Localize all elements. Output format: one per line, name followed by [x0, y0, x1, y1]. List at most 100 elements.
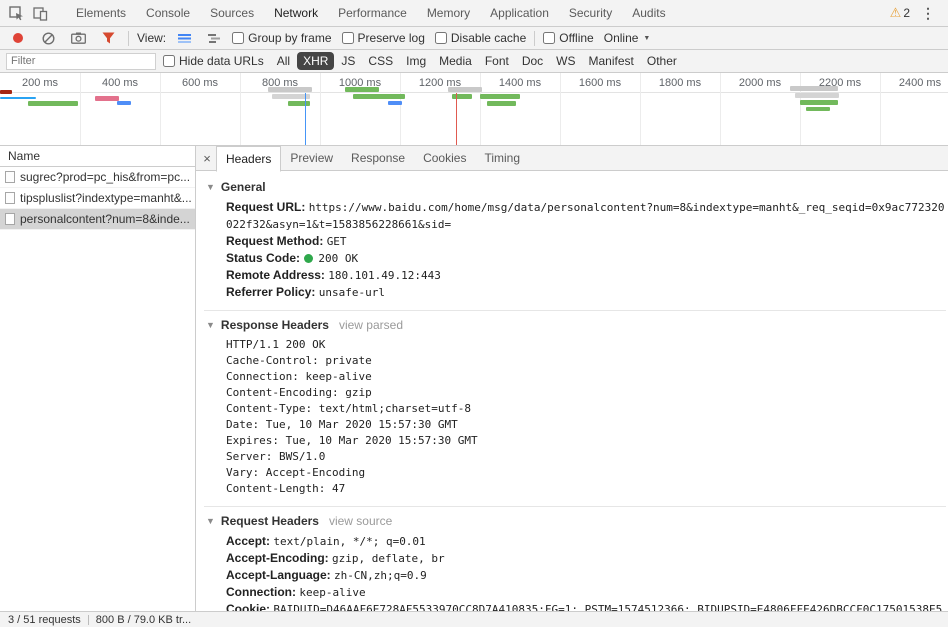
group-by-frame-checkbox-input[interactable] [232, 32, 244, 44]
header-row: Accept-Language: zh-CN,zh;q=0.9 [204, 567, 946, 584]
header-row: Connection: keep-alive [204, 584, 946, 601]
clear-icon [42, 32, 55, 45]
timeline-gridline [640, 73, 641, 145]
clear-network-log-button[interactable] [36, 27, 60, 49]
headers-detail-body: ▼GeneralRequest URL: https://www.baidu.c… [196, 171, 948, 611]
offline-checkbox-input[interactable] [543, 32, 555, 44]
tab-elements[interactable]: Elements [66, 0, 136, 26]
network-main: Name sugrec?prod=pc_his&from=pc...tipspl… [0, 146, 948, 611]
offline-checkbox[interactable]: Offline [543, 31, 593, 45]
header-row: Remote Address: 180.101.49.12:443 [204, 267, 946, 284]
request-row[interactable]: personalcontent?num=8&inde... [0, 209, 195, 230]
detail-tab-timing[interactable]: Timing [475, 146, 529, 170]
disable-cache-checkbox-input[interactable] [435, 32, 447, 44]
file-icon [5, 171, 15, 183]
tab-memory[interactable]: Memory [417, 0, 480, 26]
tab-audits[interactable]: Audits [622, 0, 675, 26]
devtools-tabbar: ElementsConsoleSourcesNetworkPerformance… [0, 0, 948, 27]
detail-tab-response[interactable]: Response [342, 146, 414, 170]
waterfall-bar [806, 107, 830, 111]
tab-network[interactable]: Network [264, 0, 328, 26]
timeline-tick: 2000 ms [720, 73, 800, 92]
header-value: https://www.baidu.com/home/msg/data/pers… [226, 201, 944, 231]
header-value: 180.101.49.12:443 [328, 269, 441, 282]
tab-security[interactable]: Security [559, 0, 622, 26]
detail-tab-preview[interactable]: Preview [281, 146, 342, 170]
view-toggle-link[interactable]: view parsed [339, 318, 403, 332]
overview-icon [208, 33, 221, 44]
disclosure-triangle-icon[interactable]: ▼ [206, 516, 215, 526]
filter-type-doc[interactable]: Doc [516, 52, 549, 70]
tab-performance[interactable]: Performance [328, 0, 417, 26]
disclosure-triangle-icon[interactable]: ▼ [206, 182, 215, 192]
timeline-overview[interactable]: 200 ms400 ms600 ms800 ms1000 ms1200 ms14… [0, 73, 948, 146]
view-toggle-link[interactable]: view source [329, 514, 392, 528]
source-line: Content-Type: text/html;charset=utf-8 [204, 401, 946, 417]
show-overview-button[interactable] [202, 27, 226, 49]
filter-type-all[interactable]: All [271, 52, 296, 70]
section-title: Response Headers [221, 318, 329, 332]
filter-type-js[interactable]: JS [335, 52, 361, 70]
record-network-log-button[interactable] [6, 27, 30, 49]
timeline-gridline [480, 73, 481, 145]
name-column-header[interactable]: Name [0, 146, 195, 167]
header-value: BAIDUID=D46AAF6E728AF5533970CC8D7A410835… [226, 603, 942, 611]
use-small-rows-button[interactable] [172, 27, 196, 49]
filter-type-img[interactable]: Img [400, 52, 432, 70]
request-list-panel: Name sugrec?prod=pc_his&from=pc...tipspl… [0, 146, 196, 611]
source-line: Date: Tue, 10 Mar 2020 15:57:30 GMT [204, 417, 946, 433]
hide-data-urls-checkbox[interactable]: Hide data URLs [163, 54, 264, 68]
page-event-line [456, 93, 457, 145]
section-title: General [221, 180, 266, 194]
capture-screenshots-button[interactable] [66, 27, 90, 49]
timeline-tick: 400 ms [80, 73, 160, 92]
filter-type-xhr[interactable]: XHR [297, 52, 334, 70]
hide-data-urls-input[interactable] [163, 55, 175, 67]
filter-type-other[interactable]: Other [641, 52, 683, 70]
device-toolbar-icon[interactable] [28, 2, 52, 24]
timeline-gridline [800, 73, 801, 145]
waterfall-bar [95, 96, 119, 101]
section-general: ▼GeneralRequest URL: https://www.baidu.c… [204, 173, 946, 310]
filter-type-manifest[interactable]: Manifest [583, 52, 640, 70]
throttling-dropdown[interactable]: Online ▼ [600, 31, 655, 45]
source-line: Content-Encoding: gzip [204, 385, 946, 401]
preserve-log-checkbox[interactable]: Preserve log [342, 31, 425, 45]
devtools-menu-icon[interactable]: ⋮ [918, 5, 938, 22]
filter-type-css[interactable]: CSS [362, 52, 399, 70]
filter-type-ws[interactable]: WS [550, 52, 581, 70]
source-line: Cache-Control: private [204, 353, 946, 369]
request-name: sugrec?prod=pc_his&from=pc... [20, 170, 190, 184]
source-line: Server: BWS/1.0 [204, 449, 946, 465]
filter-input[interactable] [6, 53, 156, 70]
detail-tabs: HeadersPreviewResponseCookiesTiming [216, 146, 529, 170]
request-row[interactable]: tipspluslist?indextype=manht&... [0, 188, 195, 209]
header-name: Remote Address: [226, 268, 325, 282]
detail-tab-headers[interactable]: Headers [216, 146, 281, 172]
group-by-frame-checkbox[interactable]: Group by frame [232, 31, 331, 45]
file-icon [5, 213, 15, 225]
header-row: Accept-Encoding: gzip, deflate, br [204, 550, 946, 567]
close-details-icon[interactable]: × [198, 151, 216, 166]
disable-cache-checkbox[interactable]: Disable cache [435, 31, 526, 45]
detail-tabbar: × HeadersPreviewResponseCookiesTiming [196, 146, 948, 171]
header-name: Request Method: [226, 234, 323, 248]
preserve-log-checkbox-input[interactable] [342, 32, 354, 44]
filter-type-font[interactable]: Font [479, 52, 515, 70]
tab-application[interactable]: Application [480, 0, 559, 26]
toolbar-checkboxes: Group by frame Preserve log Disable cache [232, 31, 526, 45]
waterfall-bar [388, 101, 402, 105]
console-warnings-badge[interactable]: ⚠ 2 [890, 5, 910, 21]
inspect-element-icon[interactable] [4, 2, 28, 24]
header-name: Status Code: [226, 251, 300, 265]
request-list: sugrec?prod=pc_his&from=pc... tipspluslis… [0, 167, 195, 230]
preserve-log-label: Preserve log [358, 31, 425, 45]
source-line: Expires: Tue, 10 Mar 2020 15:57:30 GMT [204, 433, 946, 449]
filter-type-media[interactable]: Media [433, 52, 478, 70]
disclosure-triangle-icon[interactable]: ▼ [206, 320, 215, 330]
detail-tab-cookies[interactable]: Cookies [414, 146, 475, 170]
tab-console[interactable]: Console [136, 0, 200, 26]
filter-button[interactable] [96, 27, 120, 49]
tab-sources[interactable]: Sources [200, 0, 264, 26]
request-row[interactable]: sugrec?prod=pc_his&from=pc... [0, 167, 195, 188]
